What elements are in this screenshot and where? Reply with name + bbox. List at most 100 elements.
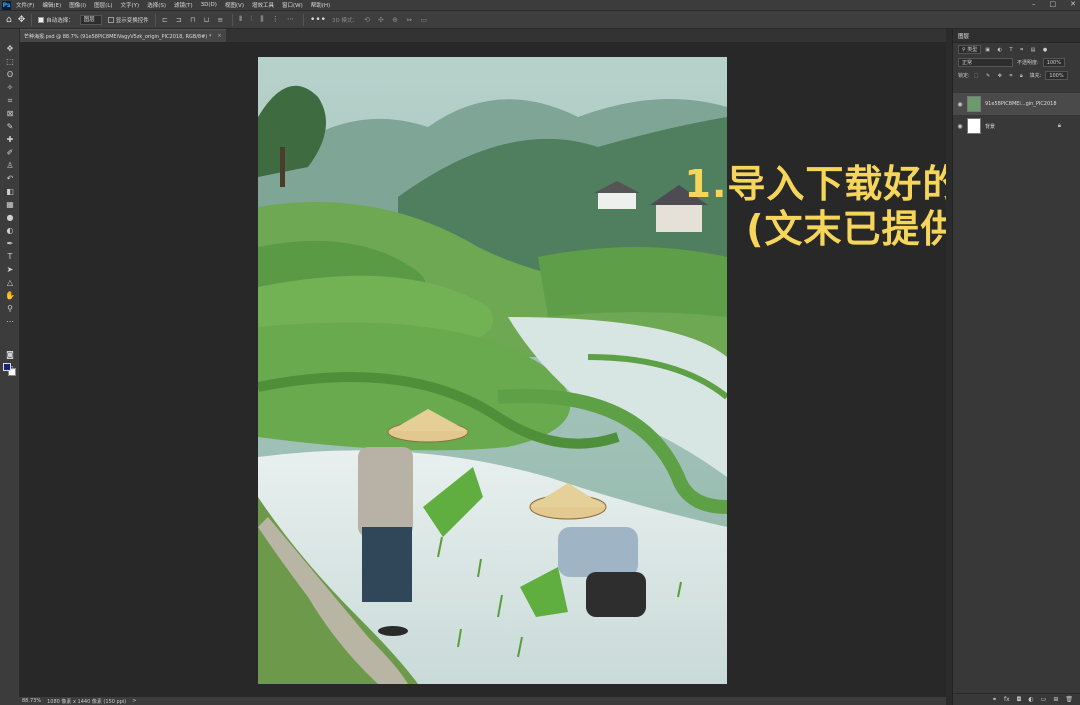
lock-icon: 🔒︎: [1057, 122, 1061, 129]
maximize-icon[interactable]: □: [1050, 0, 1057, 8]
rice-terrace-illustration: [258, 57, 727, 684]
divider: [31, 13, 33, 26]
layer-row[interactable]: ◉ 91e58PIC8MEi...gin_PIC2018: [953, 93, 1080, 115]
divider: [154, 13, 156, 26]
window-controls: – □ ✕: [1032, 0, 1076, 8]
menu-image[interactable]: 图像(I): [69, 1, 86, 9]
eye-icon[interactable]: ◉: [953, 123, 967, 130]
eyedropper-icon[interactable]: ✎: [4, 121, 16, 132]
hand-tool-icon[interactable]: ✋: [4, 290, 16, 301]
3d-mode-label: 3D 模式：: [331, 17, 358, 24]
blur-tool-icon[interactable]: ●: [4, 212, 16, 223]
menu-select[interactable]: 选择(S): [147, 1, 166, 9]
document-canvas[interactable]: [258, 57, 727, 684]
move-tool-icon[interactable]: ✥: [4, 43, 16, 54]
blend-mode-dropdown[interactable]: 正常: [958, 58, 1013, 67]
status-menu-arrow[interactable]: >: [132, 698, 136, 704]
brush-tool-icon[interactable]: ✐: [4, 147, 16, 158]
filter-type-dropdown[interactable]: ⚲ 类型: [958, 45, 982, 54]
home-icon[interactable]: ⌂: [6, 15, 12, 25]
adjustment-layer-icon[interactable]: ◐: [1028, 696, 1033, 703]
pen-tool-icon[interactable]: ✒: [4, 238, 16, 249]
checkbox-checked-icon[interactable]: [38, 17, 45, 23]
menu-edit[interactable]: 编辑(E): [42, 1, 61, 9]
distribute-buttons[interactable]: ⫴ ⫶ ⫼ ⋮ ⋯: [239, 15, 297, 24]
auto-select-dropdown[interactable]: 图层: [79, 14, 102, 25]
layer-thumbnail: [967, 96, 981, 112]
layers-panel-tab[interactable]: 图层: [953, 29, 1080, 43]
menu-plugins[interactable]: 增效工具: [252, 1, 274, 9]
show-transform-label: 显示变换控件: [115, 17, 149, 24]
divider: [232, 13, 234, 26]
marquee-tool-icon[interactable]: ⬚: [4, 56, 16, 67]
zoom-tool-icon[interactable]: ⚲: [4, 303, 16, 314]
fill-label: 填充:: [1029, 73, 1042, 79]
magic-wand-icon[interactable]: ✧: [4, 82, 16, 93]
add-mask-icon[interactable]: ◘: [1017, 696, 1022, 703]
tools-panel: ✥ ⬚ ʘ ✧ ⌗ ⊠ ✎ ✚ ✐ ♙ ↶ ◧ ▦ ● ◐ ✒ T ➤ △ ✋ …: [0, 29, 20, 697]
layer-name[interactable]: 背景: [985, 123, 995, 130]
close-icon[interactable]: ✕: [1070, 0, 1076, 8]
show-transform-checkbox[interactable]: 显示变换控件: [107, 16, 149, 24]
status-bar: 88.73% 1080 像素 x 1440 像素 (150 ppi) >: [0, 697, 946, 705]
checkbox-unchecked-icon[interactable]: [107, 17, 114, 23]
layer-name[interactable]: 91e58PIC8MEi...gin_PIC2018: [985, 101, 1057, 107]
history-brush-icon[interactable]: ↶: [4, 173, 16, 184]
delete-layer-icon[interactable]: 🗑︎: [1065, 696, 1073, 703]
link-layers-icon[interactable]: ⚭: [992, 696, 997, 703]
menu-filter[interactable]: 滤镜(T): [174, 1, 193, 9]
dodge-tool-icon[interactable]: ◐: [4, 225, 16, 236]
edit-toolbar-icon[interactable]: ⋯: [4, 316, 16, 327]
options-bar: ⌂ ✥ 自动选择： 图层 显示变换控件 ⊏ ⊐ ⊓ ⊔ ≡ ⫴ ⫶ ⫼ ⋮ ⋯ …: [0, 11, 1080, 29]
close-tab-icon[interactable]: ×: [217, 33, 221, 39]
new-layer-icon[interactable]: ⊞: [1053, 696, 1058, 703]
zoom-level[interactable]: 88.73%: [22, 698, 41, 704]
more-options-icon[interactable]: •••: [310, 15, 326, 25]
menu-file[interactable]: 文件(F): [16, 1, 34, 9]
layers-panel-actions: ⚭ fx ◘ ◐ ▭ ⊞ 🗑︎: [953, 693, 1080, 705]
eye-icon[interactable]: ◉: [953, 101, 967, 108]
terrace-right: [538, 247, 727, 317]
menu-layer[interactable]: 图层(L): [94, 1, 112, 9]
layer-thumbnail: [967, 118, 981, 134]
3d-mode-buttons[interactable]: ⟲ ✣ ⊕ ⇔ ▭: [364, 16, 430, 24]
auto-select-label: 自动选择：: [46, 17, 74, 24]
quick-mask-icon[interactable]: ◙: [4, 349, 16, 360]
new-group-icon[interactable]: ▭: [1041, 696, 1047, 703]
crop-tool-icon[interactable]: ⌗: [4, 95, 16, 106]
healing-brush-icon[interactable]: ✚: [4, 134, 16, 145]
eraser-tool-icon[interactable]: ◧: [4, 186, 16, 197]
document-tab[interactable]: 芒种海报.psd @ 88.7% (91e58PIC8MEiVagyV5zk_o…: [20, 29, 226, 42]
layer-row[interactable]: ◉ 背景 🔒︎: [953, 115, 1080, 137]
menu-type[interactable]: 文字(Y): [121, 1, 140, 9]
align-buttons[interactable]: ⊏ ⊐ ⊓ ⊔ ≡: [162, 16, 226, 24]
farmer-2-trousers: [586, 572, 646, 617]
shape-tool-icon[interactable]: △: [4, 277, 16, 288]
auto-select-checkbox[interactable]: 自动选择：: [38, 16, 74, 24]
layer-filter-row: ⚲ 类型 ▣ ◐ T ⌗ ▤ ●: [953, 43, 1080, 56]
opacity-field[interactable]: 100%: [1042, 58, 1065, 67]
lock-icons[interactable]: ⬚ ✎ ✥ ⌗ 🔒︎: [974, 73, 1026, 79]
tree-trunk: [280, 147, 285, 187]
stamp-tool-icon[interactable]: ♙: [4, 160, 16, 171]
path-select-icon[interactable]: ➤: [4, 264, 16, 275]
gradient-tool-icon[interactable]: ▦: [4, 199, 16, 210]
lock-label: 锁定:: [958, 73, 970, 79]
minimize-icon[interactable]: –: [1032, 0, 1036, 8]
move-tool-icon[interactable]: ✥: [18, 15, 26, 25]
foreground-color-swatch[interactable]: [3, 363, 11, 371]
type-tool-icon[interactable]: T: [4, 251, 16, 262]
filter-icons[interactable]: ▣ ◐ T ⌗ ▤ ●: [985, 47, 1050, 53]
menu-window[interactable]: 窗口(W): [282, 1, 303, 9]
menu-3d[interactable]: 3D(D): [201, 2, 217, 8]
photoshop-logo[interactable]: Ps: [2, 0, 11, 10]
menu-help[interactable]: 帮助(H): [311, 1, 330, 9]
lasso-tool-icon[interactable]: ʘ: [4, 69, 16, 80]
fill-field[interactable]: 100%: [1045, 71, 1068, 80]
layers-panel-title: 图层: [958, 33, 970, 40]
farmer-2-shirt: [558, 527, 638, 577]
layer-style-icon[interactable]: fx: [1004, 696, 1010, 703]
menu-view[interactable]: 视图(V): [225, 1, 244, 9]
frame-tool-icon[interactable]: ⊠: [4, 108, 16, 119]
layers-panel: 图层 ⚲ 类型 ▣ ◐ T ⌗ ▤ ● 正常 不透明度: 100% 锁定: ⬚ …: [952, 29, 1080, 705]
